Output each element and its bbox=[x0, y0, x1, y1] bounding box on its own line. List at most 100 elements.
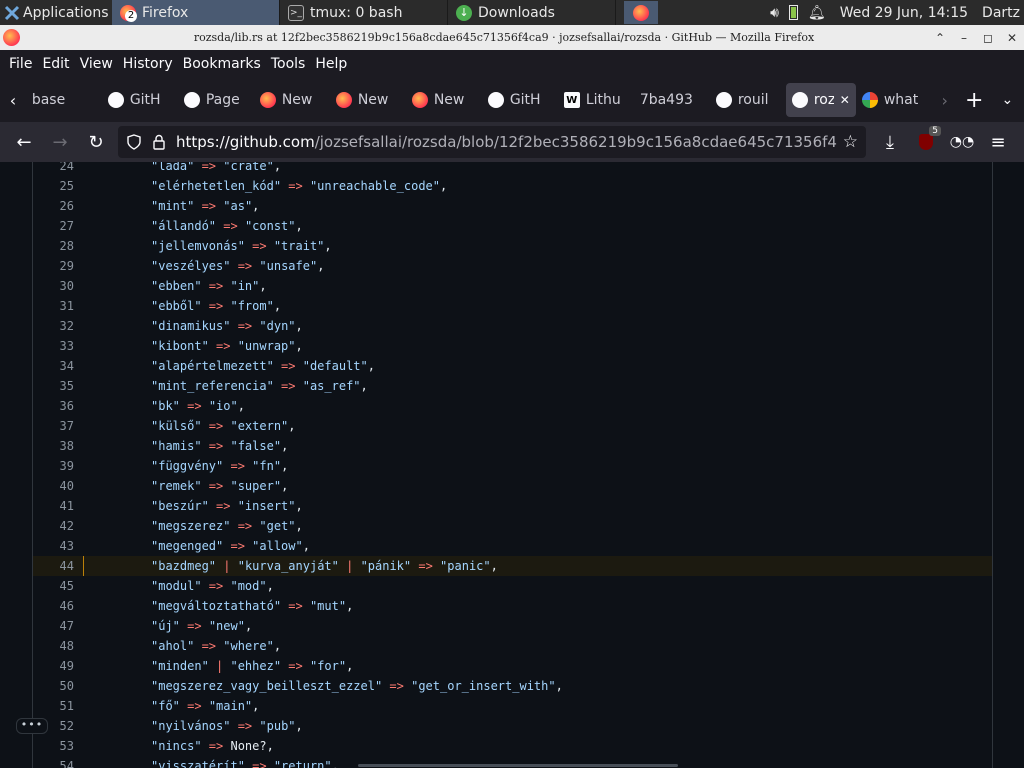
menu-help[interactable]: Help bbox=[310, 56, 352, 72]
browser-tab[interactable]: base bbox=[26, 83, 102, 117]
line-number[interactable]: 34 bbox=[33, 356, 74, 376]
new-tab-button[interactable]: + bbox=[958, 84, 991, 116]
code-line: 28 "jellemvonás" => "trait", bbox=[33, 236, 992, 256]
code-operator: => bbox=[179, 399, 209, 413]
line-number[interactable]: 27 bbox=[33, 216, 74, 236]
task-firefox-2[interactable] bbox=[624, 1, 658, 24]
forward-button[interactable]: → bbox=[42, 126, 78, 158]
line-number[interactable]: 54 bbox=[33, 756, 74, 768]
code-text: "nyilvános" => "pub", bbox=[151, 716, 303, 736]
line-number[interactable]: 28 bbox=[33, 236, 74, 256]
line-options-button[interactable]: ••• bbox=[16, 718, 48, 734]
shield-icon[interactable] bbox=[126, 134, 142, 150]
code-operator: => bbox=[382, 679, 412, 693]
code-string: "const" bbox=[244, 219, 296, 233]
bookmark-star-icon[interactable]: ☆ bbox=[843, 132, 858, 152]
line-number[interactable]: 40 bbox=[33, 476, 74, 496]
line-number[interactable]: 37 bbox=[33, 416, 74, 436]
menu-bookmarks[interactable]: Bookmarks bbox=[178, 56, 266, 72]
window-close-icon[interactable]: ✕ bbox=[1000, 31, 1024, 45]
browser-tab[interactable]: roz ✕ bbox=[785, 83, 856, 117]
line-number[interactable]: 41 bbox=[33, 496, 74, 516]
code-string: "as" bbox=[223, 199, 253, 213]
code-operator: => bbox=[194, 162, 224, 173]
browser-tab[interactable]: New bbox=[406, 83, 482, 117]
url-text[interactable]: https://github.com/jozsefsallai/rozsda/b… bbox=[176, 133, 837, 151]
line-number[interactable]: 32 bbox=[33, 316, 74, 336]
line-number[interactable]: 39 bbox=[33, 456, 74, 476]
window-maximize-icon[interactable]: ◻ bbox=[976, 31, 1000, 45]
menu-view[interactable]: View bbox=[75, 56, 118, 72]
browser-tab[interactable]: rouil bbox=[710, 83, 786, 117]
line-number[interactable]: 47 bbox=[33, 616, 74, 636]
code-operator: => bbox=[201, 419, 231, 433]
lock-icon[interactable] bbox=[152, 134, 166, 150]
code-string: "elérhetetlen_kód" bbox=[151, 179, 282, 193]
ublock-icon[interactable]: 5 bbox=[908, 126, 944, 158]
browser-tab[interactable]: W Lithu bbox=[558, 83, 634, 117]
code-string: "from" bbox=[230, 299, 274, 313]
code-string: "jellemvonás" bbox=[151, 239, 245, 253]
code-string: "as_ref" bbox=[302, 379, 361, 393]
browser-tab[interactable]: Page bbox=[178, 83, 254, 117]
line-number[interactable]: 36 bbox=[33, 396, 74, 416]
menu-file[interactable]: File bbox=[4, 56, 37, 72]
line-number[interactable]: 35 bbox=[33, 376, 74, 396]
back-button[interactable]: ← bbox=[6, 126, 42, 158]
line-number[interactable]: 44 bbox=[33, 556, 74, 576]
menu-history[interactable]: History bbox=[118, 56, 178, 72]
line-number[interactable]: 48 bbox=[33, 636, 74, 656]
applications-menu[interactable]: Applications bbox=[0, 0, 112, 25]
browser-tab[interactable]: 7ba493 bbox=[634, 83, 710, 117]
code-punctuation: , bbox=[281, 459, 289, 473]
list-all-tabs-icon[interactable]: ⌄ bbox=[991, 84, 1024, 116]
line-number[interactable]: 43 bbox=[33, 536, 74, 556]
line-number[interactable]: 29 bbox=[33, 256, 74, 276]
line-number[interactable]: 38 bbox=[33, 436, 74, 456]
notification-bell-icon[interactable]: 🔔︎ bbox=[808, 5, 826, 21]
line-number[interactable]: 25 bbox=[33, 176, 74, 196]
line-number[interactable]: 46 bbox=[33, 596, 74, 616]
line-number[interactable]: 33 bbox=[33, 336, 74, 356]
battery-icon[interactable] bbox=[788, 5, 798, 20]
tab-scroll-right-icon[interactable]: › bbox=[932, 84, 958, 116]
line-number[interactable]: 50 bbox=[33, 676, 74, 696]
reload-button[interactable]: ↻ bbox=[78, 126, 114, 158]
line-number[interactable]: 53 bbox=[33, 736, 74, 756]
window-shade-icon[interactable]: ⌃ bbox=[928, 31, 952, 45]
browser-tab[interactable]: New bbox=[254, 83, 330, 117]
line-number[interactable]: 30 bbox=[33, 276, 74, 296]
horizontal-scrollbar[interactable] bbox=[358, 764, 678, 767]
line-number[interactable]: 31 bbox=[33, 296, 74, 316]
browser-tab[interactable]: GitH bbox=[482, 83, 558, 117]
url-bar[interactable]: https://github.com/jozsefsallai/rozsda/b… bbox=[118, 126, 866, 158]
browser-tab[interactable]: what bbox=[856, 83, 932, 117]
line-number[interactable]: 49 bbox=[33, 656, 74, 676]
downloads-icon[interactable]: ⤓ bbox=[872, 126, 908, 158]
extension-mask-icon[interactable]: ◔◔ bbox=[944, 126, 980, 158]
code-string: "dyn" bbox=[259, 319, 296, 333]
browser-tab[interactable]: New bbox=[330, 83, 406, 117]
tab-scroll-left-icon[interactable]: ‹ bbox=[0, 84, 26, 116]
task-downloads[interactable]: ↓ Downloads bbox=[448, 0, 616, 25]
task-firefox[interactable]: 2 Firefox bbox=[112, 0, 280, 25]
hamburger-menu-icon[interactable]: ≡ bbox=[980, 126, 1016, 158]
window-minimize-icon[interactable]: – bbox=[952, 31, 976, 45]
code-string: "crate" bbox=[223, 162, 274, 173]
code-operator: => bbox=[208, 339, 238, 353]
volume-icon[interactable]: 🔊︎ bbox=[770, 5, 779, 21]
browser-tab[interactable]: GitH bbox=[102, 83, 178, 117]
task-tmux[interactable]: >_ tmux: 0 bash bbox=[280, 0, 448, 25]
line-number[interactable]: 45 bbox=[33, 576, 74, 596]
line-number[interactable]: 26 bbox=[33, 196, 74, 216]
line-number[interactable]: 42 bbox=[33, 516, 74, 536]
username[interactable]: Dartz bbox=[982, 5, 1020, 21]
line-number[interactable]: 24 bbox=[33, 162, 74, 176]
menu-edit[interactable]: Edit bbox=[37, 56, 74, 72]
datetime[interactable]: Wed 29 Jun, 14:15 bbox=[840, 5, 968, 21]
code-string: "pánik" bbox=[360, 559, 412, 573]
close-tab-icon[interactable]: ✕ bbox=[840, 93, 850, 107]
menu-tools[interactable]: Tools bbox=[266, 56, 311, 72]
line-number[interactable]: 51 bbox=[33, 696, 74, 716]
code-string: "nyilvános" bbox=[151, 719, 231, 733]
